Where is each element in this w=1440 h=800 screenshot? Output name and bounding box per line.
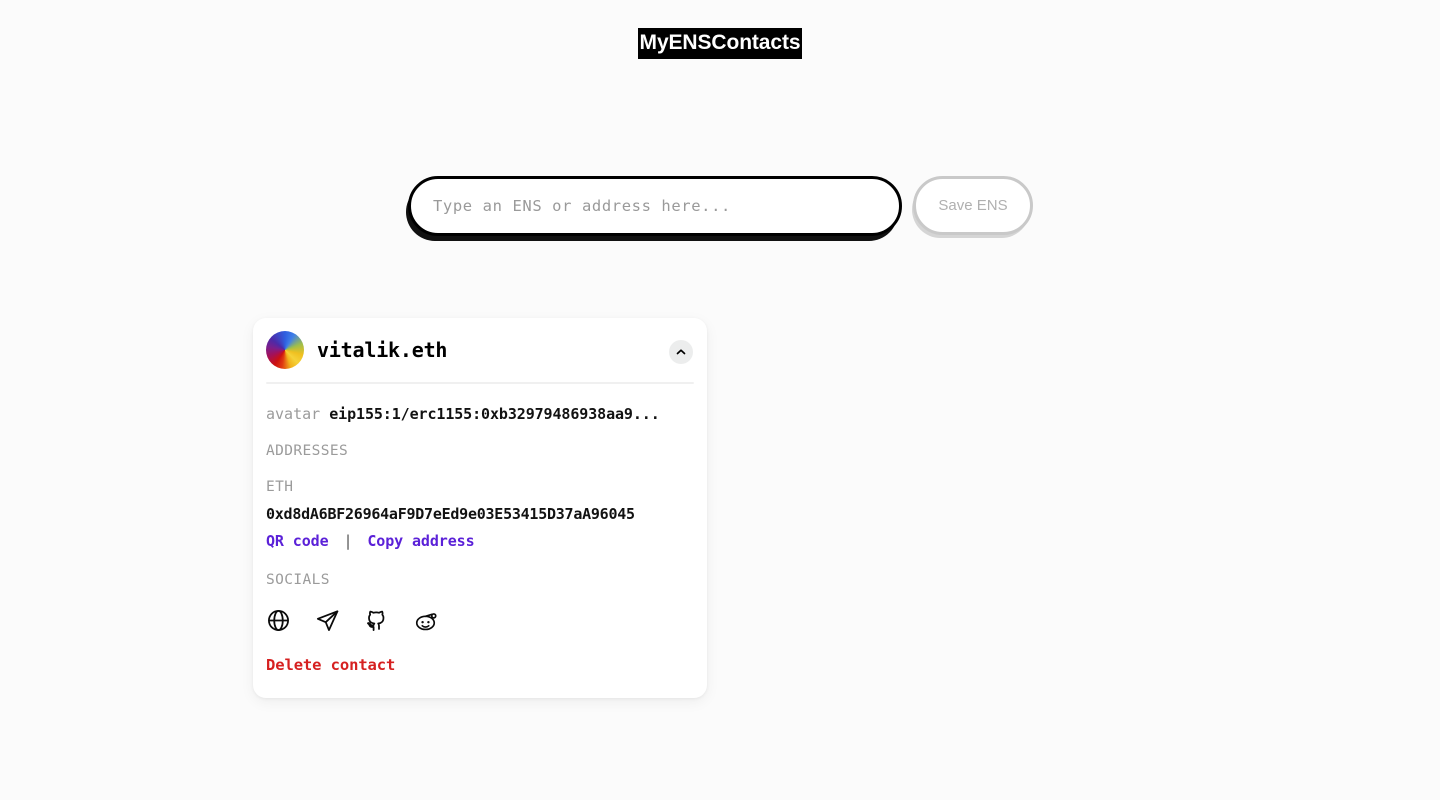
qr-code-link[interactable]: QR code [266,532,329,550]
collapse-toggle-button[interactable] [669,340,693,364]
contact-name: vitalik.eth [317,338,448,362]
record-row: avatar eip155:1/erc1155:0xb32979486938aa… [266,404,694,424]
record-key: avatar [266,405,321,423]
github-icon[interactable] [364,608,389,633]
contact-card: vitalik.eth avatar eip155:1/erc1155:0xb3… [253,318,707,698]
chevron-up-icon [675,346,687,358]
page-title: MyENSContacts [637,28,803,59]
address-entry: ETH 0xd8dA6BF26964aF9D7eEd9e03E53415D37a… [266,479,694,550]
reddit-icon[interactable] [413,608,438,633]
website-icon[interactable] [266,608,291,633]
search-input[interactable] [411,179,899,233]
contact-card-body: avatar eip155:1/erc1155:0xb32979486938aa… [266,384,694,674]
gradient-circle-avatar [266,331,304,369]
socials-row [266,608,694,633]
address-coin-label: ETH [266,479,294,495]
socials-section-label: SOCIALS [266,572,330,588]
contact-card-header: vitalik.eth [266,318,694,382]
record-value: eip155:1/erc1155:0xb32979486938aa9... [329,405,660,423]
addresses-section-label: ADDRESSES [266,443,349,459]
search-input-wrapper[interactable] [408,176,902,236]
save-ens-button[interactable]: Save ENS [913,176,1033,235]
page-header: MyENSContacts [0,0,1440,59]
delete-contact-link[interactable]: Delete contact [266,656,395,674]
copy-address-link[interactable]: Copy address [367,532,474,550]
search-bar: Save ENS [408,176,1033,236]
address-value: 0xd8dA6BF26964aF9D7eEd9e03E53415D37aA960… [266,505,635,523]
address-actions: QR code | Copy address [266,532,694,550]
telegram-icon[interactable] [315,608,340,633]
action-separator: | [343,532,353,550]
